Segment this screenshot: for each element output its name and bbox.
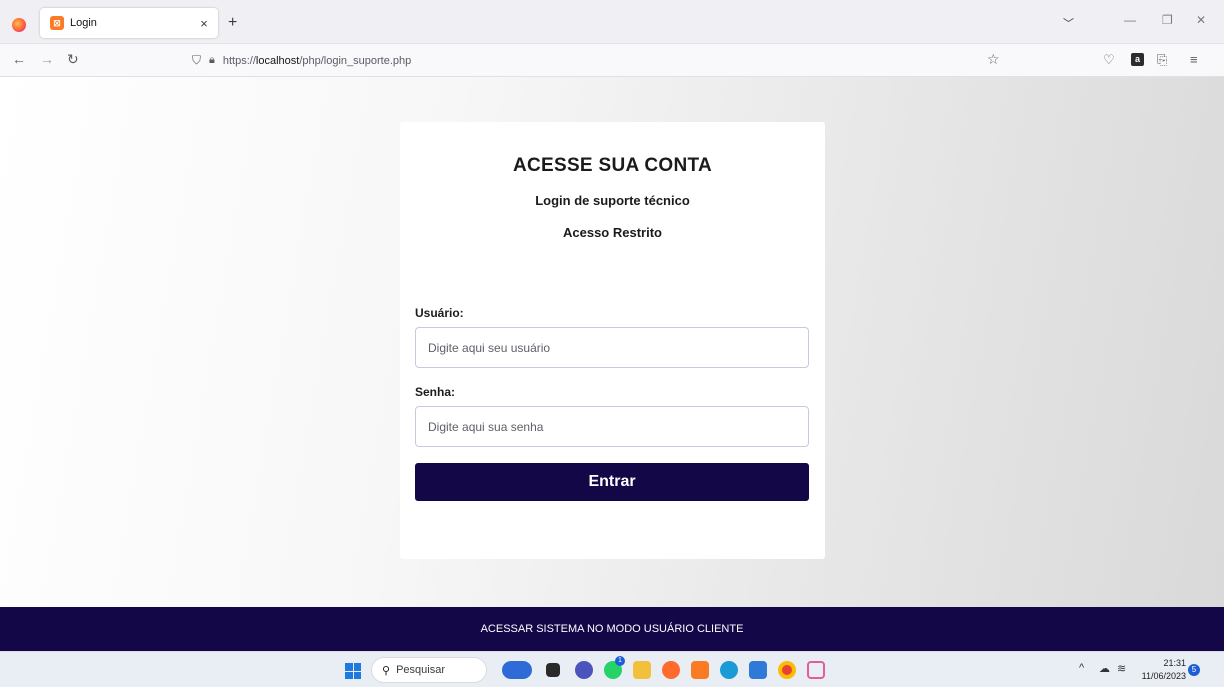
amazon-extension-icon[interactable]: a [1131, 53, 1144, 66]
restore-icon[interactable]: ❐ [1162, 13, 1173, 27]
tab-login[interactable]: ⊠ Login × [40, 8, 218, 38]
tracking-protection-icon[interactable]: ⛉ [192, 53, 201, 68]
list-all-tabs-icon[interactable]: ﹀ [1063, 15, 1074, 31]
windows-start-icon[interactable] [345, 663, 361, 679]
page-viewport: ACESSE SUA CONTA Login de suporte técnic… [0, 77, 1224, 607]
file-explorer-icon[interactable] [633, 661, 651, 679]
menu-icon[interactable]: ≡ [1190, 52, 1198, 67]
close-window-icon[interactable]: ✕ [1196, 13, 1206, 27]
clock-date: 11/06/2023 [1141, 671, 1186, 681]
page-footer: ACESSAR SISTEMA NO MODO USUÁRIO CLIENTE [0, 607, 1224, 651]
chrome-icon[interactable] [778, 661, 796, 679]
username-input[interactable] [415, 327, 809, 368]
tab-title: Login [70, 17, 97, 29]
extensions-icon[interactable]: ⎘ [1157, 52, 1167, 68]
cloud-sync-icon[interactable]: ☁ [1099, 662, 1110, 675]
page-title: ACESSE SUA CONTA [512, 155, 713, 176]
url-text[interactable]: https://localhost/php/login_suporte.php [223, 55, 411, 67]
username-label: Usuário: [415, 306, 464, 320]
password-input[interactable] [415, 406, 809, 447]
store-icon[interactable] [749, 661, 767, 679]
xampp-favicon-icon: ⊠ [50, 16, 64, 30]
bookmark-star-icon[interactable]: ☆ [987, 51, 1000, 68]
notification-badge[interactable]: 5 [1188, 664, 1200, 676]
lock-icon[interactable]: 🔒︎ [209, 54, 215, 67]
login-button[interactable]: Entrar [415, 463, 809, 501]
system-clock[interactable]: 21:31 11/06/2023 [1132, 657, 1186, 683]
reload-icon[interactable]: ↻ [67, 51, 79, 68]
app-icon[interactable] [546, 663, 560, 677]
pocket-icon[interactable]: ♡ [1103, 52, 1115, 68]
edge-icon[interactable] [720, 661, 738, 679]
teams-icon[interactable] [575, 661, 593, 679]
search-icon: ⚲ [382, 664, 391, 677]
login-subtitle: Login de suporte técnico [535, 193, 690, 208]
navigation-toolbar: ← → ↻ ⛉ 🔒︎ https://localhost/php/login_s… [0, 44, 1224, 77]
firefox-icon[interactable] [662, 661, 680, 679]
new-tab-button[interactable]: + [228, 14, 237, 32]
whatsapp-badge: 1 [615, 656, 625, 666]
browser-tab-strip: ⊠ Login × + ﹀ — ❐ ✕ [0, 0, 1224, 44]
close-tab-icon[interactable]: × [196, 16, 212, 31]
login-card: ACESSE SUA CONTA Login de suporte técnic… [400, 122, 825, 559]
firefox-icon[interactable] [12, 18, 26, 32]
bing-icon[interactable] [502, 661, 532, 679]
taskbar-search-label: Pesquisar [396, 664, 445, 676]
wifi-volume-icon[interactable]: ≋ [1117, 662, 1126, 675]
restricted-notice: Acesso Restrito [563, 225, 662, 240]
taskbar-search[interactable]: ⚲ Pesquisar [371, 657, 487, 683]
back-icon[interactable]: ← [12, 51, 26, 67]
snipping-tool-icon[interactable] [807, 661, 825, 679]
show-hidden-icons-icon[interactable]: ^ [1079, 662, 1084, 674]
password-label: Senha: [415, 385, 456, 399]
forward-icon[interactable]: → [40, 51, 54, 67]
clock-time: 21:31 [1163, 658, 1186, 668]
url-bar[interactable]: ⛉ 🔒︎ https://localhost/php/login_suporte… [186, 48, 1006, 73]
client-mode-link[interactable]: ACESSAR SISTEMA NO MODO USUÁRIO CLIENTE [481, 623, 744, 635]
xampp-icon[interactable] [691, 661, 709, 679]
minimize-icon[interactable]: — [1124, 13, 1136, 27]
windows-taskbar: ⚲ Pesquisar 1 ^ ☁ ≋ 21:31 11/06/2023 5 [0, 651, 1224, 687]
